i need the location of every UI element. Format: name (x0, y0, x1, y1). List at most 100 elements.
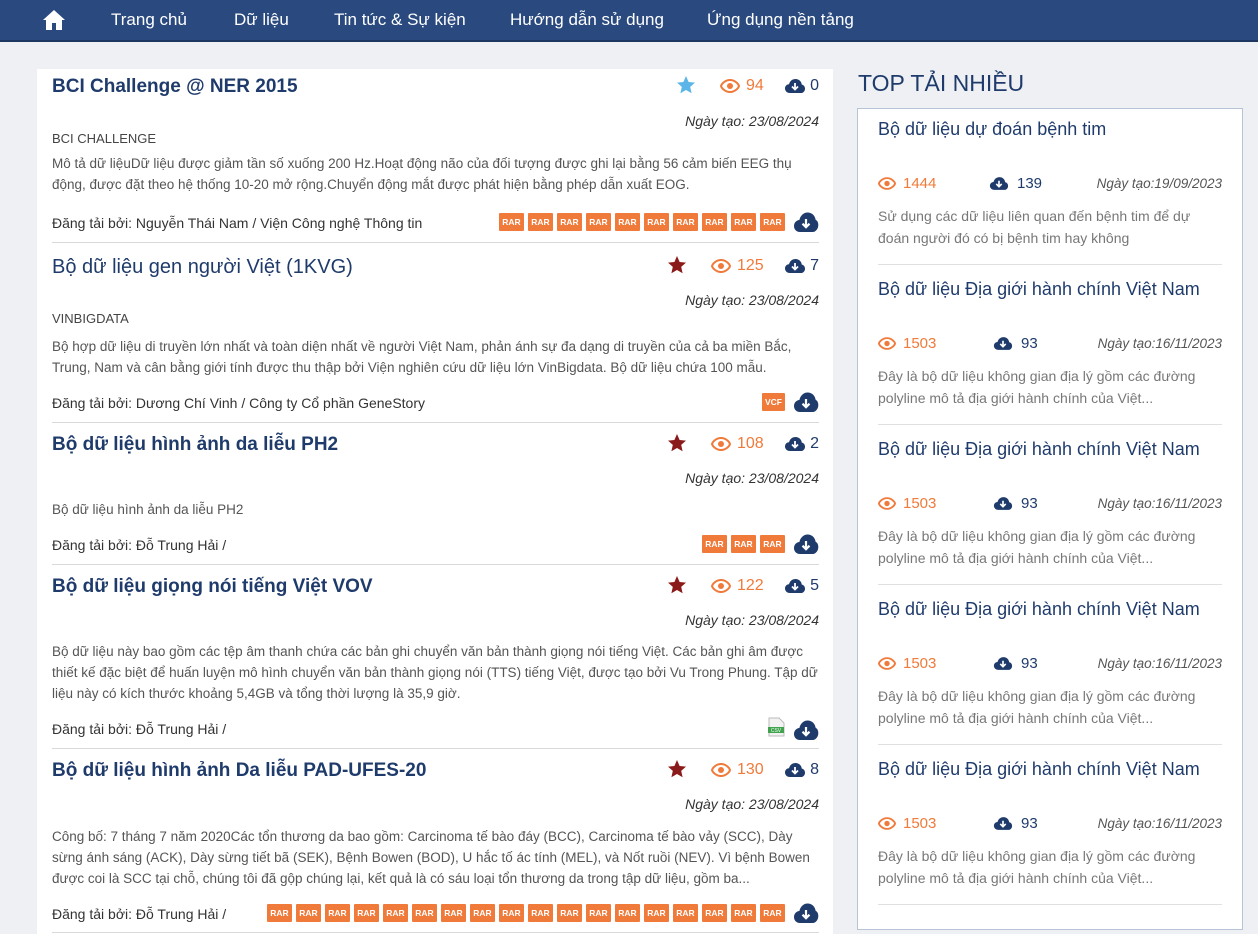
file-format-tag[interactable]: RAR (702, 904, 727, 922)
nav-item-news[interactable]: Tin tức & Sự kiện (334, 10, 466, 30)
nav-item-guide[interactable]: Hướng dẫn sử dụng (510, 10, 664, 30)
nav-item-apps[interactable]: Ứng dụng nền tảng (707, 10, 854, 30)
view-count: 1503 (878, 655, 936, 672)
download-button[interactable] (793, 902, 819, 924)
dataset-card: Bộ dữ liệu hình ảnh da liễu PH2 108 2 Ng… (52, 423, 819, 565)
file-format-tag[interactable]: RAR (325, 904, 350, 922)
file-format-tag[interactable]: RAR (383, 904, 408, 922)
download-count-value: 7 (810, 257, 819, 274)
created-date: Ngày tạo: 23/08/2024 (685, 292, 819, 308)
download-count: 8 (784, 761, 819, 779)
top-dataset-item: Bộ dữ liệu dự đoán bệnh tim 1444 139 Ngà… (878, 109, 1222, 265)
file-format-tag[interactable]: RAR (354, 904, 379, 922)
file-format-tag[interactable]: RAR (673, 904, 698, 922)
file-format-tag[interactable]: RAR (760, 535, 785, 553)
file-format-tag[interactable]: RAR (470, 904, 495, 922)
file-format-tag[interactable]: RAR (499, 213, 524, 231)
view-count-value: 130 (737, 761, 764, 778)
file-format-tag[interactable]: RAR (557, 904, 582, 922)
file-format-tag[interactable]: RAR (731, 904, 756, 922)
download-button[interactable] (793, 391, 819, 413)
file-format-tag[interactable]: RAR (731, 535, 756, 553)
created-date: Ngày tạo: 23/08/2024 (685, 612, 819, 628)
top-dataset-description: Đây là bộ dữ liệu không gian địa lý gồm … (878, 368, 1196, 406)
star-icon[interactable] (676, 75, 696, 95)
dataset-description: Mô tả dữ liệuDữ liệu được giảm tần số xu… (52, 156, 792, 192)
dataset-title[interactable]: Bộ dữ liệu hình ảnh Da liễu PAD-UFES-20 (52, 760, 426, 782)
dataset-title[interactable]: Bộ dữ liệu giọng nói tiếng Việt VOV (52, 576, 373, 598)
eye-icon (720, 79, 740, 93)
download-button[interactable] (793, 533, 819, 555)
file-format-tag[interactable]: RAR (557, 213, 582, 231)
created-date: Ngày tạo:16/11/2023 (1097, 816, 1222, 831)
created-date: Ngày tạo:19/09/2023 (1096, 176, 1222, 191)
view-count-value: 125 (737, 257, 764, 274)
cloud-download-icon (785, 79, 806, 93)
dataset-title[interactable]: Bộ dữ liệu gen người Việt (1KVG) (52, 256, 353, 279)
csv-file-icon[interactable]: CSV (767, 717, 785, 742)
cloud-download-icon (785, 259, 806, 273)
download-button[interactable] (793, 719, 819, 741)
cloud-download-icon (993, 497, 1013, 510)
cloud-download-icon (785, 437, 806, 451)
top-dataset-title[interactable]: Bộ dữ liệu Địa giới hành chính Việt Nam (878, 599, 1200, 620)
file-format-tag[interactable]: RAR (702, 213, 727, 231)
cloud-download-icon (989, 177, 1009, 190)
file-format-tag[interactable]: RAR (644, 904, 669, 922)
file-format-tag[interactable]: RAR (673, 213, 698, 231)
download-count: 5 (784, 577, 819, 595)
star-icon[interactable] (667, 575, 687, 595)
file-format-tag[interactable]: RAR (412, 904, 437, 922)
dataset-title[interactable]: BCI Challenge @ NER 2015 (52, 76, 298, 98)
file-format-tag[interactable]: RAR (586, 213, 611, 231)
view-count-value: 108 (737, 435, 764, 452)
file-format-tag[interactable]: RAR (615, 213, 640, 231)
dataset-title[interactable]: Bộ dữ liệu hình ảnh da liễu PH2 (52, 434, 338, 456)
cloud-download-icon (785, 763, 806, 777)
uploader: Đăng tải bởi: Dương Chí Vinh / Công ty C… (52, 395, 426, 411)
download-button[interactable] (793, 211, 819, 233)
top-dataset-title[interactable]: Bộ dữ liệu Địa giới hành chính Việt Nam (878, 759, 1200, 780)
download-count: 0 (784, 77, 819, 95)
download-count: 93 (993, 655, 1038, 672)
dataset-card: Bộ dữ liệu hình ảnh Da liễu PAD-UFES-20 … (52, 749, 819, 933)
file-format-tag[interactable]: RAR (528, 904, 553, 922)
home-icon[interactable] (42, 9, 66, 31)
uploader: Đăng tải bởi: Đỗ Trung Hải / (52, 906, 227, 922)
top-dataset-item: Bộ dữ liệu Địa giới hành chính Việt Nam … (878, 429, 1222, 585)
file-format-tag[interactable]: RAR (499, 904, 524, 922)
top-dataset-title[interactable]: Bộ dữ liệu Địa giới hành chính Việt Nam (878, 439, 1200, 460)
view-count: 1444 (878, 175, 936, 192)
star-icon[interactable] (667, 433, 687, 453)
eye-icon (878, 497, 896, 510)
star-icon[interactable] (667, 255, 687, 275)
download-count-value: 8 (810, 761, 819, 778)
file-format-tag[interactable]: VCF (762, 393, 785, 411)
file-format-tag[interactable]: RAR (731, 213, 756, 231)
svg-text:CSV: CSV (771, 728, 782, 734)
top-navbar: Trang chủ Dữ liệu Tin tức & Sự kiện Hướn… (0, 0, 1258, 42)
download-count: 93 (993, 495, 1038, 512)
view-count-value: 122 (737, 577, 764, 594)
file-format-tag[interactable]: RAR (615, 904, 640, 922)
file-format-tag[interactable]: RAR (586, 904, 611, 922)
top-dataset-title[interactable]: Bộ dữ liệu Địa giới hành chính Việt Nam (878, 279, 1200, 300)
file-format-tag[interactable]: RAR (528, 213, 553, 231)
file-format-tag[interactable]: RAR (441, 904, 466, 922)
file-format-tag[interactable]: RAR (760, 904, 785, 922)
top-dataset-title[interactable]: Bộ dữ liệu dự đoán bệnh tim (878, 119, 1106, 140)
nav-item-data[interactable]: Dữ liệu (234, 10, 289, 30)
star-icon[interactable] (667, 759, 687, 779)
file-tags: RAR RAR RAR RAR RAR RAR RAR RAR RAR RAR (499, 211, 819, 233)
file-format-tag[interactable]: RAR (702, 535, 727, 553)
file-format-tag[interactable]: RAR (296, 904, 321, 922)
file-format-tag[interactable]: RAR (760, 213, 785, 231)
top-dataset-description: Đây là bộ dữ liệu không gian địa lý gồm … (878, 528, 1196, 566)
nav-item-home[interactable]: Trang chủ (111, 10, 187, 30)
dataset-card: Bộ dữ liệu gen người Việt (1KVG) 125 7 N… (52, 243, 819, 423)
top-downloads-panel: Bộ dữ liệu dự đoán bệnh tim 1444 139 Ngà… (857, 108, 1243, 930)
file-format-tag[interactable]: RAR (267, 904, 292, 922)
file-format-tag[interactable]: RAR (644, 213, 669, 231)
view-count: 125 (711, 257, 764, 275)
top-dataset-description: Đây là bộ dữ liệu không gian địa lý gồm … (878, 848, 1196, 886)
